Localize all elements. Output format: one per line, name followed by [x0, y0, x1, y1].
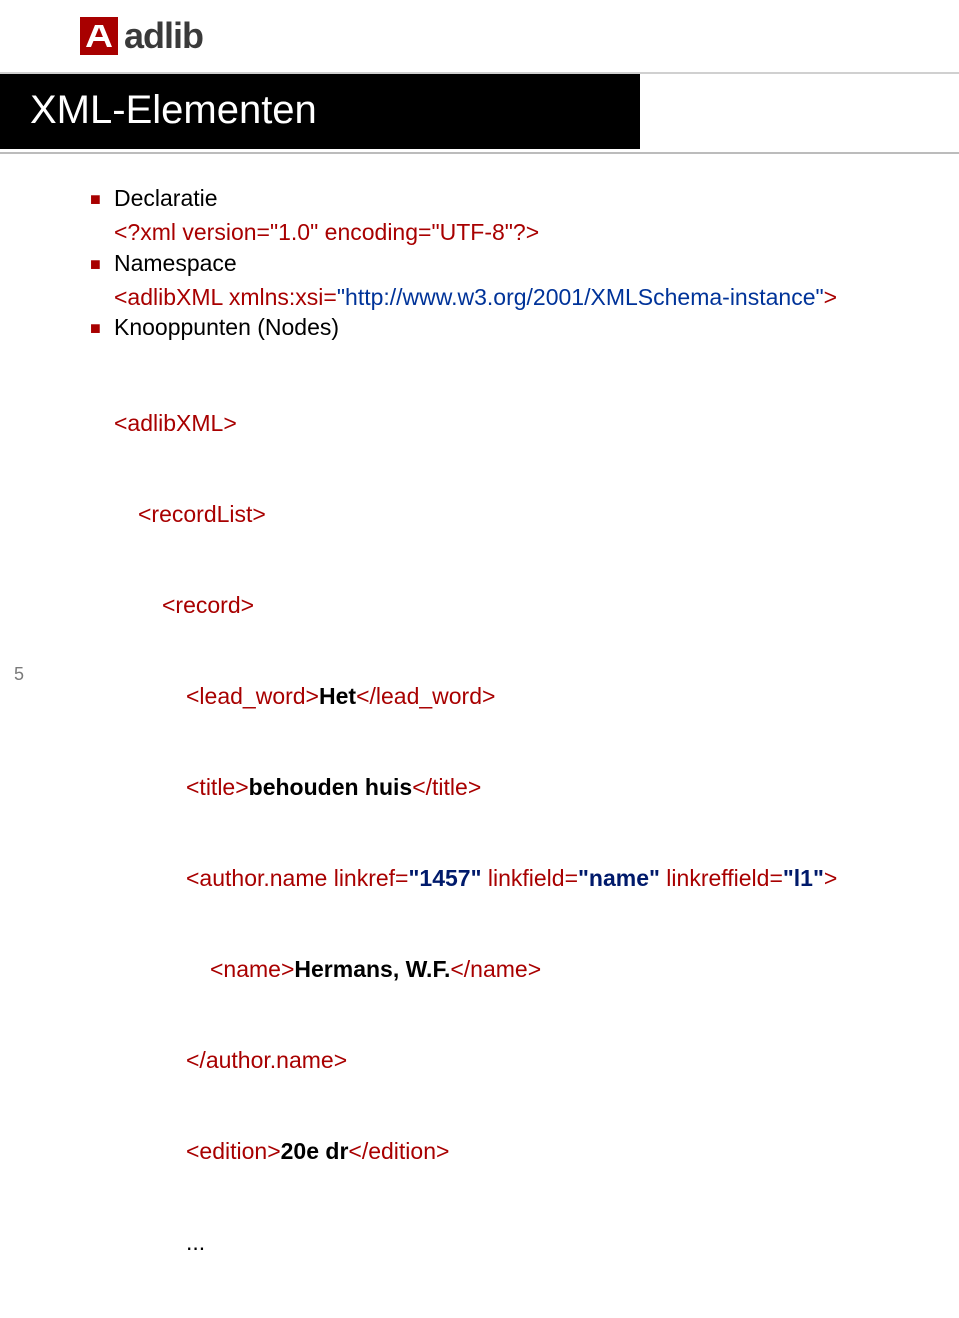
attr-linkreffield-val: "l1": [783, 865, 824, 891]
logo-text: adlib: [124, 15, 203, 57]
logo-icon: [80, 17, 118, 55]
val-title: behouden huis: [249, 774, 413, 800]
logo: adlib: [80, 15, 203, 57]
bullet-namespace: ■Namespace: [90, 248, 959, 278]
tag-leadword-open: <lead_word>: [186, 683, 319, 709]
tag-author-open-end: >: [824, 865, 837, 891]
tag-name-close: </name>: [450, 956, 541, 982]
attr-linkfield-val: "name": [578, 865, 660, 891]
tag-title-open: <title>: [186, 774, 249, 800]
title-divider: [0, 152, 959, 154]
tag-edition-open: <edition>: [186, 1138, 281, 1164]
bullet-nodes: ■Knooppunten (Nodes): [90, 312, 959, 342]
ns-close: >: [824, 284, 837, 310]
logo-bar: adlib: [0, 0, 959, 74]
bullet-icon: ■: [90, 317, 114, 341]
bullet-declaratie: ■Declaratie: [90, 183, 959, 213]
tag-edition-close: </edition>: [348, 1138, 449, 1164]
ns-url: "http://www.w3.org/2001/XMLSchema-instan…: [337, 284, 824, 310]
val-leadword: Het: [319, 683, 356, 709]
bullet-icon: ■: [90, 253, 114, 277]
slide-content: ■Declaratie <?xml version="1.0" encoding…: [0, 149, 959, 1318]
attr-linkref-val: "1457": [409, 865, 482, 891]
tag-recordlist: <recordList>: [138, 501, 266, 527]
xml-declaration: <?xml version="1.0" encoding="UTF-8"?>: [114, 219, 539, 245]
tag-leadword-close: </lead_word>: [356, 683, 495, 709]
bullet-label: Declaratie: [114, 185, 218, 211]
code-declaration: <?xml version="1.0" encoding="UTF-8"?>: [114, 217, 959, 247]
bullet-label: Knooppunten (Nodes): [114, 314, 339, 340]
slide-number: 5: [14, 664, 24, 685]
bullet-label: Namespace: [114, 250, 237, 276]
attr-linkfield-key: linkfield=: [481, 865, 578, 891]
ns-open: <adlibXML xmlns:xsi=: [114, 284, 337, 310]
code-namespace: <adlibXML xmlns:xsi="http://www.w3.org/2…: [114, 282, 959, 312]
ellipsis: ...: [186, 1229, 205, 1255]
attr-linkreffield-key: linkreffield=: [660, 865, 783, 891]
tag-record: <record>: [162, 592, 254, 618]
slide-title: XML-Elementen: [0, 74, 640, 149]
attr-linkref-key: linkref=: [327, 865, 408, 891]
code-nodes: <adlibXML> <recordList> <record> <lead_w…: [114, 347, 959, 1318]
tag-name-open: <name>: [210, 956, 294, 982]
tag-author-open: <author.name: [186, 865, 327, 891]
val-name: Hermans, W.F.: [294, 956, 450, 982]
tag-adlibxml: <adlibXML>: [114, 410, 237, 436]
tag-title-close: </title>: [412, 774, 481, 800]
tag-author-close: </author.name>: [186, 1047, 347, 1073]
bullet-icon: ■: [90, 188, 114, 212]
val-edition: 20e dr: [281, 1138, 349, 1164]
